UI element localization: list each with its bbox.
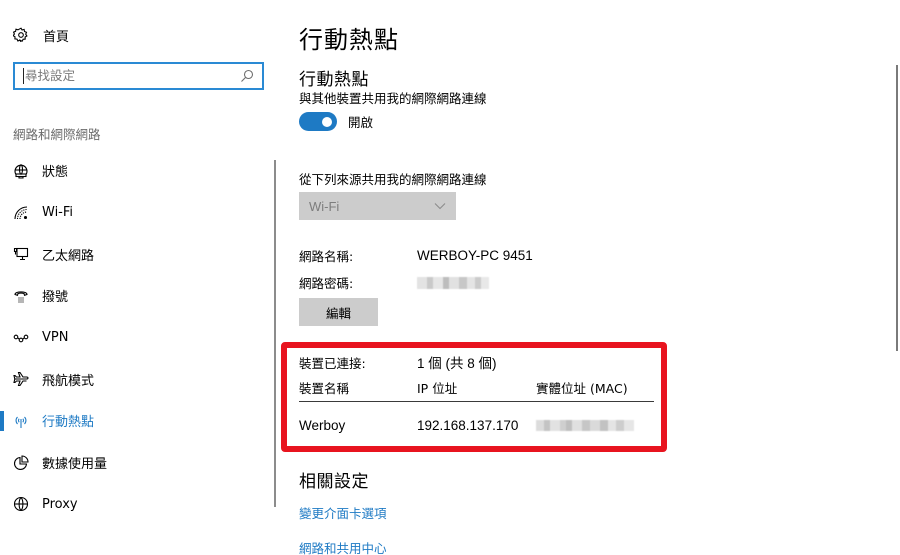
devices-connected-label: 裝置已連接: bbox=[299, 355, 366, 371]
proxy-globe-icon bbox=[13, 496, 29, 512]
home-nav-item[interactable]: 首頁 bbox=[13, 26, 70, 45]
column-header-mac: 實體位址 (MAC) bbox=[536, 381, 628, 396]
vpn-icon bbox=[13, 330, 29, 346]
search-box[interactable] bbox=[13, 62, 264, 90]
wifi-icon bbox=[13, 205, 29, 221]
column-header-ip: IP 位址 bbox=[417, 381, 458, 396]
sidebar-item-label: 撥號 bbox=[42, 290, 69, 306]
main-content: 行動熱點 行動熱點 與其他裝置共用我的網際網路連線 開啟 從下列來源共用我的網際… bbox=[281, 0, 889, 555]
toggle-state-label: 開啟 bbox=[348, 115, 374, 130]
share-source-dropdown[interactable]: Wi-Fi bbox=[299, 192, 456, 220]
sidebar-item-vpn[interactable]: VPN bbox=[0, 317, 270, 359]
toggle-knob bbox=[322, 116, 332, 127]
devices-connected-value: 1 個 (共 8 個) bbox=[417, 356, 497, 371]
network-password-row: 網路密碼: bbox=[299, 273, 489, 292]
share-source-label: 從下列來源共用我的網際網路連線 bbox=[299, 172, 487, 187]
sidebar-item-status[interactable]: 狀態 bbox=[0, 150, 270, 192]
sidebar-item-ethernet[interactable]: 乙太網路 bbox=[0, 233, 270, 275]
sidebar: 首頁 網路和網際網路 狀態 Wi-Fi bbox=[0, 0, 280, 555]
data-usage-icon bbox=[13, 455, 29, 471]
content-scrollbar[interactable] bbox=[896, 65, 898, 351]
network-name-label: 網路名稱: bbox=[299, 249, 354, 264]
section-heading: 網路和網際網路 bbox=[13, 127, 101, 142]
sidebar-item-label: 乙太網路 bbox=[42, 248, 95, 264]
network-password-redacted bbox=[417, 276, 489, 289]
ethernet-icon bbox=[13, 246, 29, 262]
network-password-label: 網路密碼: bbox=[299, 276, 354, 291]
sidebar-item-label: 數據使用量 bbox=[42, 457, 108, 473]
column-header-device-name: 裝置名稱 bbox=[299, 381, 350, 396]
sidebar-item-label: Proxy bbox=[42, 496, 78, 512]
sidebar-item-dialup[interactable]: 撥號 bbox=[0, 275, 270, 317]
gear-icon bbox=[13, 27, 29, 43]
sidebar-item-label: Wi-Fi bbox=[42, 205, 74, 221]
hotspot-section-title: 行動熱點 bbox=[299, 70, 369, 90]
related-settings-title: 相關設定 bbox=[299, 472, 369, 492]
hotspot-icon bbox=[13, 413, 29, 429]
chevron-down-icon bbox=[434, 202, 446, 210]
page-title: 行動熱點 bbox=[299, 26, 399, 54]
sidebar-item-data-usage[interactable]: 數據使用量 bbox=[0, 442, 270, 484]
edit-button[interactable]: 編輯 bbox=[299, 298, 378, 326]
sidebar-item-wifi[interactable]: Wi-Fi bbox=[0, 192, 270, 234]
sidebar-item-label: 飛航模式 bbox=[42, 373, 95, 389]
globe-status-icon bbox=[13, 163, 29, 179]
change-adapter-options-link[interactable]: 變更介面卡選項 bbox=[299, 503, 387, 522]
device-ip-cell: 192.168.137.170 bbox=[417, 418, 519, 433]
sidebar-scrollbar[interactable] bbox=[274, 160, 276, 507]
device-name-cell: Werboy bbox=[299, 418, 346, 433]
table-row: Werboy 192.168.137.170 bbox=[299, 418, 634, 433]
dialup-icon bbox=[13, 288, 29, 304]
sidebar-item-proxy[interactable]: Proxy bbox=[0, 484, 270, 526]
sidebar-item-label: VPN bbox=[42, 330, 69, 346]
devices-connected-row: 裝置已連接: 1 個 (共 8 個) bbox=[299, 352, 497, 372]
sidebar-item-label: 狀態 bbox=[42, 165, 69, 181]
home-label: 首頁 bbox=[43, 29, 70, 45]
search-icon[interactable] bbox=[240, 69, 254, 83]
network-name-row: 網路名稱: WERBOY-PC 9451 bbox=[299, 246, 533, 265]
device-mac-redacted bbox=[536, 420, 634, 431]
hotspot-toggle-row: 開啟 bbox=[299, 112, 373, 131]
hotspot-toggle[interactable] bbox=[299, 112, 337, 131]
dropdown-selected-value: Wi-Fi bbox=[309, 198, 340, 214]
airplane-icon bbox=[13, 371, 29, 387]
nav-list: 狀態 Wi-Fi 乙太網路 撥號 VPN 飛航模式 行動熱點 數據使用量 Pro… bbox=[0, 150, 270, 525]
sidebar-item-label: 行動熱點 bbox=[42, 415, 95, 431]
sidebar-item-mobile-hotspot[interactable]: 行動熱點 bbox=[0, 400, 270, 442]
devices-table-header: 裝置名稱 IP 位址 實體位址 (MAC) bbox=[299, 378, 628, 397]
network-name-value: WERBOY-PC 9451 bbox=[417, 248, 533, 263]
network-sharing-center-link[interactable]: 網路和共用中心 bbox=[299, 538, 387, 555]
hotspot-description: 與其他裝置共用我的網際網路連線 bbox=[299, 91, 487, 106]
search-input[interactable] bbox=[23, 68, 240, 84]
sidebar-item-airplane-mode[interactable]: 飛航模式 bbox=[0, 358, 270, 400]
table-divider bbox=[299, 401, 654, 402]
